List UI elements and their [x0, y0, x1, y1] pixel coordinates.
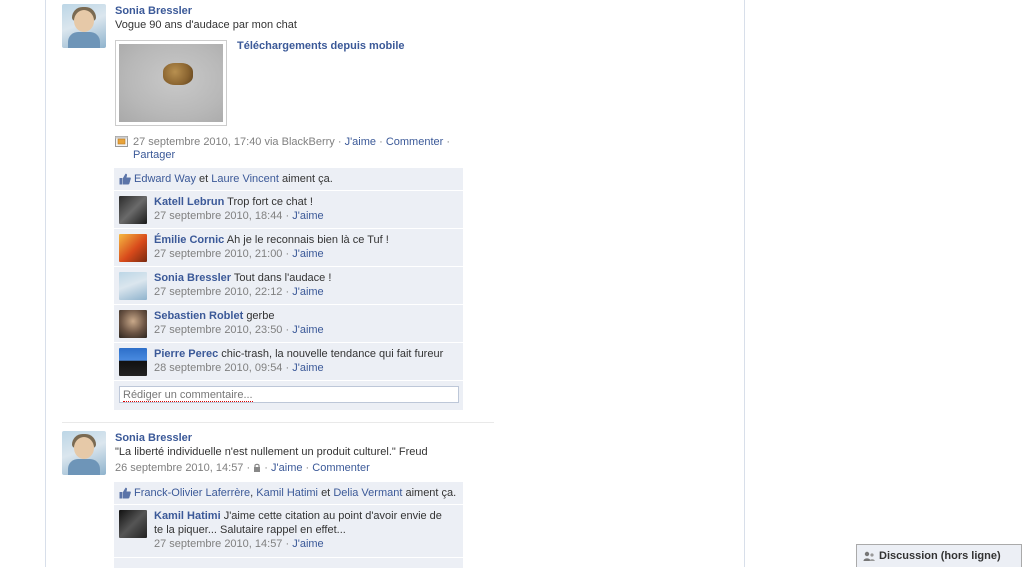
album-link[interactable]: Téléchargements depuis mobile [237, 40, 405, 52]
comment-text: Trop fort ce chat ! [227, 196, 313, 208]
avatar[interactable] [119, 348, 147, 376]
liker-link[interactable]: Kamil Hatimi [256, 487, 318, 499]
comment-timestamp: 27 septembre 2010, 23:50 [154, 324, 283, 336]
comment-item: Sebastien Roblet gerbe 27 septembre 2010… [114, 305, 463, 343]
liker-link[interactable]: Edward Way [134, 173, 196, 185]
avatar[interactable] [119, 510, 147, 538]
story-divider [62, 422, 494, 423]
like-link[interactable]: J'aime [345, 136, 376, 148]
like-link[interactable]: J'aime [271, 462, 302, 474]
comment-author-link[interactable]: Émilie Cornic [154, 234, 224, 246]
photo-thumbnail[interactable] [115, 40, 227, 126]
likes-sep: , [250, 487, 254, 499]
comment-like-link[interactable]: J'aime [292, 286, 323, 298]
avatar[interactable] [62, 431, 106, 475]
comment-link[interactable]: Commenter [312, 462, 369, 474]
comment-timestamp: 28 septembre 2010, 09:54 [154, 362, 283, 374]
comment-composer: Rédiger un commentaire... [114, 381, 463, 410]
comment-item: Sonia Bressler Tout dans l'audace ! 27 s… [114, 267, 463, 305]
chat-users-icon [863, 551, 875, 561]
story-message: "La liberté individuelle n'est nullement… [115, 446, 428, 458]
comment-text: Tout dans l'audace ! [233, 272, 332, 284]
story-meta: 26 septembre 2010, 14:57 · · J'aime · Co… [115, 462, 370, 474]
story-content: Sonia Bressler Vogue 90 ans d'audace par… [115, 4, 465, 162]
likes-conj: et [321, 487, 331, 499]
comment-item: Katell Lebrun Trop fort ce chat ! 27 sep… [114, 191, 463, 229]
comment-like-link[interactable]: J'aime [292, 248, 323, 260]
story-content: Sonia Bressler "La liberté individuelle … [115, 431, 465, 475]
comment-link[interactable]: Commenter [386, 136, 443, 148]
chat-label: Discussion (hors ligne) [879, 550, 1001, 562]
comment-author-link[interactable]: Kamil Hatimi [154, 510, 221, 522]
photo-attachment: Téléchargements depuis mobile [115, 40, 465, 126]
likes-suffix: aiment ça. [282, 173, 333, 185]
comment-input[interactable]: Rédiger un commentaire... [119, 386, 459, 403]
story-meta: 27 septembre 2010, 17:40 via BlackBerry … [115, 136, 453, 162]
comment-like-link[interactable]: J'aime [292, 324, 323, 336]
comment-author-link[interactable]: Sonia Bressler [154, 272, 231, 284]
share-link[interactable]: Partager [133, 149, 175, 161]
page-right-border [744, 0, 745, 567]
comment-item: Pierre Perec chic-trash, la nouvelle ten… [114, 343, 463, 381]
story-timestamp: 27 septembre 2010, 17:40 via BlackBerry [133, 136, 335, 148]
comment-text: gerbe [246, 310, 275, 322]
liker-link[interactable]: Delia Vermant [333, 487, 402, 499]
comment-author-link[interactable]: Sebastien Roblet [154, 310, 243, 322]
thumbs-up-icon [119, 487, 131, 499]
likes-conj: et [199, 173, 209, 185]
avatar[interactable] [119, 196, 147, 224]
lock-icon [254, 463, 261, 472]
comment-timestamp: 27 septembre 2010, 14:57 [154, 538, 283, 550]
chat-bar[interactable]: Discussion (hors ligne) [856, 544, 1022, 567]
page-left-border [45, 0, 46, 567]
likes-summary: Edward Way et Laure Vincent aiment ça. [114, 168, 463, 191]
avatar[interactable] [119, 272, 147, 300]
comment-timestamp: 27 septembre 2010, 21:00 [154, 248, 283, 260]
comment-timestamp: 27 septembre 2010, 22:12 [154, 286, 283, 298]
liker-link[interactable]: Laure Vincent [211, 173, 279, 185]
story-message: Vogue 90 ans d'audace par mon chat [115, 19, 297, 31]
comment-author-link[interactable]: Pierre Perec [154, 348, 218, 360]
comment-item: Kamil Hatimi J'aime cette citation au po… [114, 505, 463, 558]
comment-input-placeholder: Rédiger un commentaire... [123, 389, 253, 402]
comment-author-link[interactable]: Katell Lebrun [154, 196, 224, 208]
avatar[interactable] [62, 4, 106, 48]
comment-like-link[interactable]: J'aime [292, 362, 323, 374]
story-timestamp: 26 septembre 2010, 14:57 [115, 462, 244, 474]
feedback-list: Edward Way et Laure Vincent aiment ça. K… [114, 168, 463, 410]
story-actor-link[interactable]: Sonia Bressler [115, 431, 465, 445]
likes-suffix: aiment ça. [405, 487, 457, 499]
comment-like-link[interactable]: J'aime [292, 210, 323, 222]
mobile-upload-icon [115, 136, 128, 147]
likes-summary: Franck-Olivier Laferrère, Kamil Hatimi e… [114, 482, 463, 505]
thumbs-up-icon [119, 173, 131, 185]
comment-text: chic-trash, la nouvelle tendance qui fai… [221, 348, 444, 360]
comment-text: Ah je le reconnais bien là ce Tuf ! [226, 234, 389, 246]
comment-timestamp: 27 septembre 2010, 18:44 [154, 210, 283, 222]
feedback-list: Franck-Olivier Laferrère, Kamil Hatimi e… [114, 482, 463, 568]
avatar[interactable] [119, 234, 147, 262]
comment-item: Émilie Cornic Ah je le reconnais bien là… [114, 229, 463, 267]
story-actor-link[interactable]: Sonia Bressler [115, 4, 465, 18]
comment-like-link[interactable]: J'aime [292, 538, 323, 550]
avatar[interactable] [119, 310, 147, 338]
liker-link[interactable]: Franck-Olivier Laferrère [134, 487, 250, 499]
